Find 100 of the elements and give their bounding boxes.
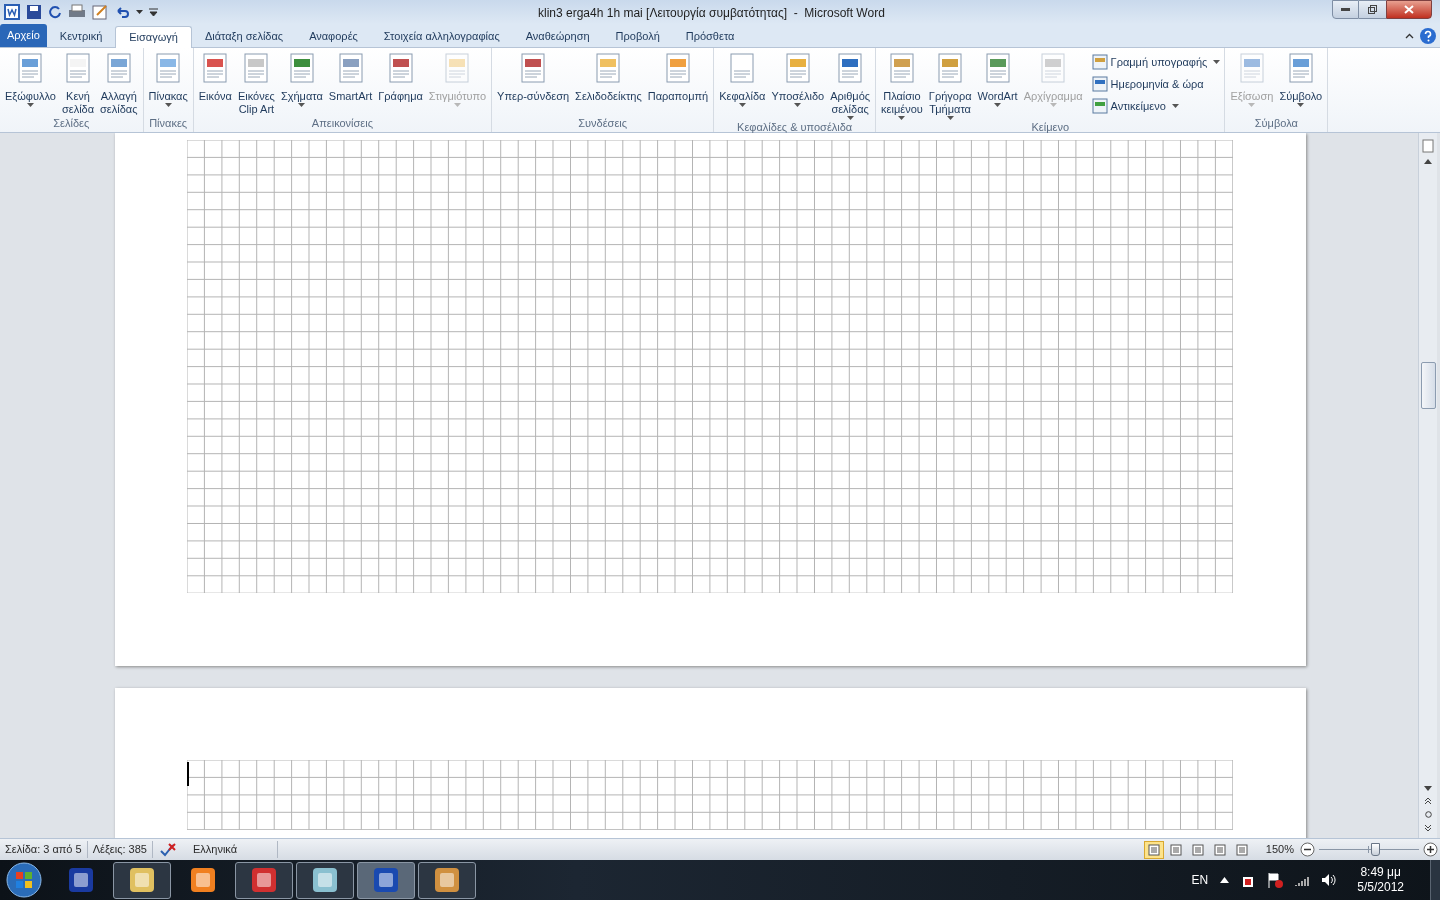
ribbon-tab[interactable]: Κεντρική — [46, 25, 116, 47]
volume-icon[interactable] — [1321, 873, 1338, 887]
taskbar-app[interactable] — [357, 861, 415, 899]
ribbon-button[interactable]: Αριθμός σελίδας — [828, 52, 873, 120]
view-button[interactable] — [1143, 840, 1164, 859]
save-icon[interactable] — [26, 4, 42, 20]
ribbon-button[interactable]: Πλαίσιο κειμένου — [879, 52, 925, 120]
minimize-icon — [1341, 8, 1350, 11]
small-document-icon — [1091, 76, 1108, 92]
window-title: klin3 erga4h 1h mai [Λειτουργία συμβατότητας] - Microsoft Word — [538, 5, 885, 22]
caret-icon[interactable] — [136, 10, 143, 14]
close-icon — [1404, 5, 1414, 14]
group-label: Συνδέσεις — [577, 116, 629, 131]
ribbon-button[interactable]: Αλλαγή σελίδας — [98, 52, 140, 116]
next-page-icon[interactable] — [1424, 824, 1432, 832]
ribbon-tab[interactable]: Αναφορές — [296, 25, 371, 47]
taskbar-app[interactable] — [418, 861, 476, 899]
application-icon — [67, 866, 95, 894]
ruler-toggle-icon[interactable] — [1422, 139, 1434, 153]
ribbon-tab[interactable]: Αναθεώρηση — [512, 25, 603, 47]
group-label: Σελίδες — [52, 116, 91, 131]
ribbon-button[interactable]: SmartArt — [326, 52, 375, 103]
printer-icon[interactable] — [68, 4, 86, 20]
scrollbar-thumb[interactable] — [1420, 362, 1436, 409]
ribbon-button[interactable]: Σύμβολο — [1277, 52, 1325, 107]
view-layout-icon — [1235, 843, 1248, 856]
text-cursor — [187, 762, 189, 786]
restore-button[interactable] — [1359, 0, 1386, 19]
ribbon-button[interactable]: Γράφημα — [376, 52, 425, 103]
view-layout-icon — [1147, 843, 1160, 856]
view-layout-icon — [1213, 843, 1226, 856]
zoom-slider-thumb[interactable] — [1371, 842, 1380, 856]
zoom-out-icon[interactable] — [1300, 842, 1315, 857]
signal-icon[interactable] — [1295, 874, 1310, 886]
taskbar-app[interactable] — [235, 861, 293, 899]
ribbon-button[interactable]: Πίνακας — [146, 52, 190, 107]
edit-document-icon[interactable] — [92, 4, 108, 20]
clock[interactable]: 8:49 μμ 5/5/2012 — [1357, 865, 1404, 895]
scroll-down-icon[interactable] — [1424, 786, 1432, 791]
zoom-level[interactable]: 150% — [1265, 841, 1294, 858]
ribbon-button[interactable]: Σχήματα — [278, 52, 325, 107]
ribbon-tab[interactable]: Προβολή — [602, 25, 673, 47]
ribbon-button[interactable]: Κενή σελίδα — [59, 52, 97, 116]
small-document-icon — [1091, 54, 1108, 70]
ribbon-button[interactable]: Εικόνες Clip Art — [235, 52, 277, 116]
collapse-ribbon-icon[interactable] — [1405, 33, 1414, 39]
input-language[interactable]: EN — [1191, 871, 1209, 889]
application-icon — [433, 866, 461, 894]
group-label: Πίνακες — [148, 116, 189, 131]
group-label: Κεφαλίδες & υποσέλιδα — [736, 120, 854, 135]
zoom-in-icon[interactable] — [1423, 842, 1438, 857]
ribbon-small-button[interactable]: Γραμμή υπογραφής — [1090, 52, 1222, 72]
ribbon-button[interactable]: Σελιδοδείκτης — [573, 52, 644, 103]
ribbon-button[interactable]: Παραπομπή — [645, 52, 711, 103]
view-layout-icon — [1169, 843, 1182, 856]
customize-toolbar-icon[interactable] — [149, 8, 158, 16]
group-label: Σύμβολα — [1253, 116, 1299, 131]
ribbon-button[interactable]: Υποσέλιδο — [769, 52, 827, 107]
small-document-icon — [1091, 98, 1108, 114]
start-button-icon[interactable] — [4, 861, 44, 899]
app-icon[interactable] — [4, 4, 20, 20]
ribbon-button[interactable]: Εικόνα — [196, 52, 234, 103]
group-label: Απεικονίσεις — [310, 116, 374, 131]
ribbon-button[interactable]: WordArt — [975, 52, 1020, 107]
undo-icon[interactable] — [114, 5, 130, 19]
ribbon-small-button[interactable]: Ημερομηνία & ώρα — [1090, 74, 1222, 94]
ribbon-button[interactable]: Εξώφυλλο — [3, 52, 58, 107]
close-button[interactable] — [1386, 0, 1432, 19]
ribbon-button[interactable]: Κεφαλίδα — [717, 52, 768, 107]
help-icon[interactable] — [1420, 28, 1436, 44]
restore-icon — [1368, 5, 1377, 14]
previous-page-icon[interactable] — [1424, 797, 1432, 805]
application-icon — [128, 866, 156, 894]
browse-object-icon[interactable] — [1424, 811, 1432, 818]
application-icon — [372, 866, 400, 894]
ribbon-tab[interactable]: Στοιχεία αλληλογραφίας — [370, 25, 513, 47]
proofing-icon[interactable] — [158, 841, 177, 858]
flag-icon[interactable] — [1267, 872, 1284, 888]
taskbar-app[interactable] — [113, 861, 171, 899]
ribbon-small-button[interactable]: Αντικείμενο — [1090, 96, 1222, 116]
ribbon-tab[interactable]: Διάταξη σελίδας — [191, 25, 297, 47]
language-status[interactable]: Ελληνικά — [192, 841, 279, 858]
scroll-up-icon[interactable] — [1424, 159, 1432, 164]
minimize-button[interactable] — [1332, 0, 1359, 19]
file-tab[interactable]: Αρχείο — [0, 24, 47, 47]
ribbon-button[interactable]: Γρήγορα Τμήματα — [926, 52, 974, 120]
group-label: Κείμενο — [1030, 120, 1070, 135]
ribbon-button[interactable]: Υπερ-σύνδεση — [495, 52, 572, 103]
taskbar-app[interactable] — [296, 861, 354, 899]
ribbon-tab[interactable]: Πρόσθετα — [672, 25, 748, 47]
view-layout-icon — [1191, 843, 1204, 856]
zoom-slider[interactable] — [1319, 842, 1419, 857]
refresh-icon[interactable] — [48, 5, 62, 19]
ribbon-tab[interactable]: Εισαγωγή — [115, 26, 192, 48]
show-hidden-icons-icon[interactable] — [1220, 877, 1230, 883]
word-count[interactable]: Λέξεις: 385 — [87, 841, 153, 858]
vertical-scrollbar[interactable] — [1418, 133, 1437, 838]
application-icon — [250, 866, 278, 894]
page-count[interactable]: Σελίδα: 3 από 5 — [0, 841, 88, 858]
application-icon — [311, 866, 339, 894]
